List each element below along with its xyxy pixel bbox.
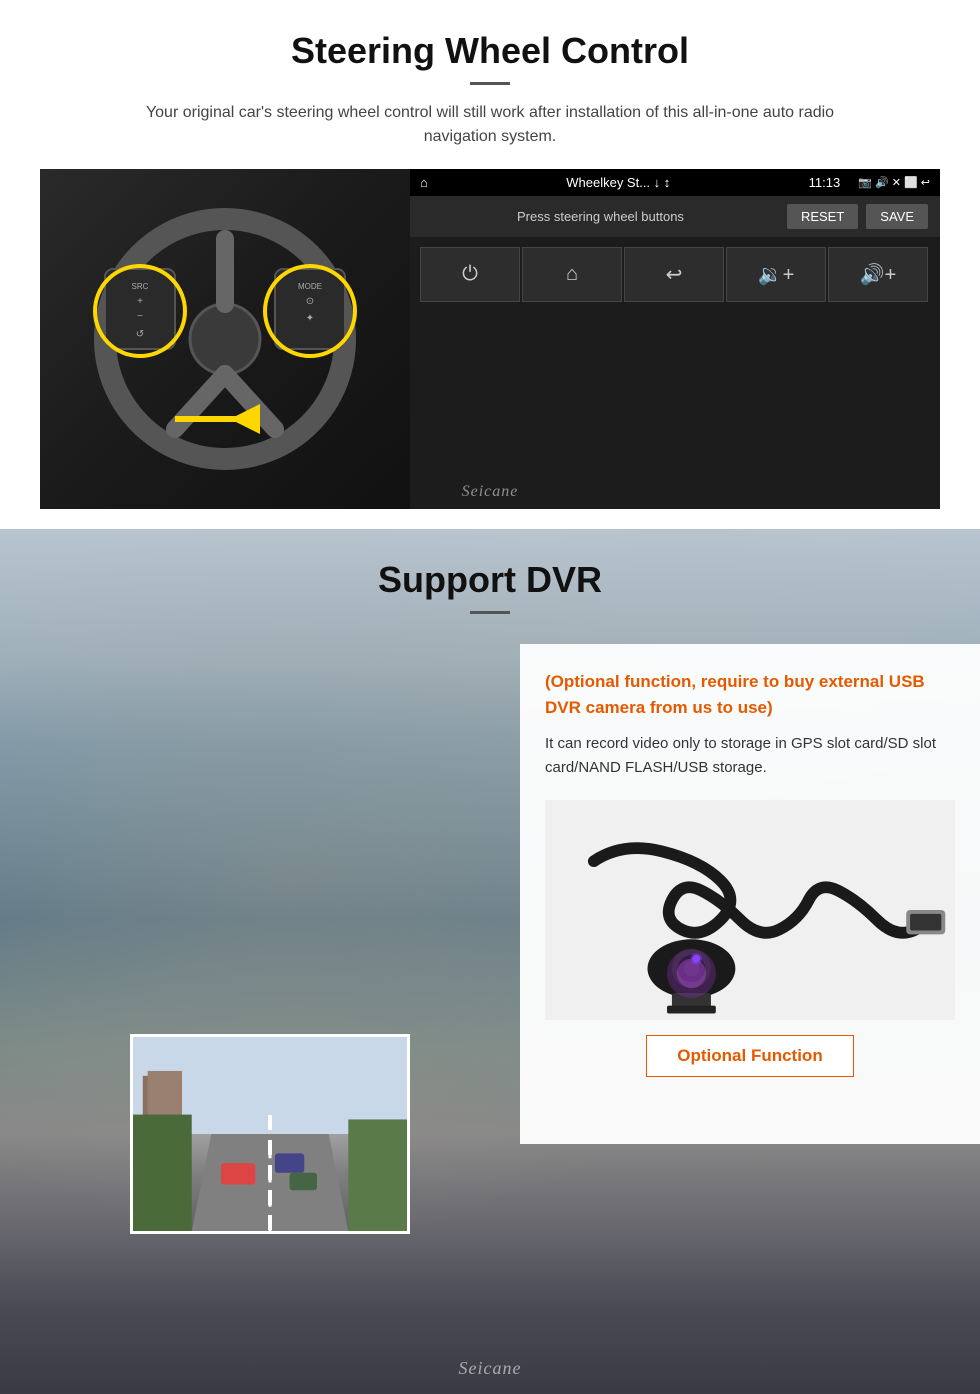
svg-text:+: + <box>137 296 143 307</box>
svg-text:−: − <box>137 311 143 322</box>
save-button[interactable]: SAVE <box>866 204 928 229</box>
power-button[interactable]: ⏻ <box>420 247 520 302</box>
swc-bar-label: Press steering wheel buttons <box>422 209 779 224</box>
vol-up-button[interactable]: 🔊+ <box>828 247 928 302</box>
road-svg <box>133 1037 407 1231</box>
dvr-content: (Optional function, require to buy exter… <box>0 634 980 1394</box>
tablet-ui: ⌂ Wheelkey St... ↓ ↕ 11:13 📷 🔊 ✕ ⬜ ↩ Pre… <box>410 169 940 509</box>
home-icon: ⌂ <box>420 175 428 190</box>
svg-text:⊙: ⊙ <box>306 296 314 307</box>
tablet-status-icons: 📷 🔊 ✕ ⬜ ↩ <box>858 176 930 189</box>
reset-button[interactable]: RESET <box>787 204 858 229</box>
dvr-title: Support DVR <box>0 529 980 601</box>
swc-divider <box>470 82 510 85</box>
swc-description: Your original car's steering wheel contr… <box>140 101 840 149</box>
steering-wheel-photo: SRC + − ↺ MODE ⊙ ✦ <box>40 169 410 509</box>
svg-text:✦: ✦ <box>306 313 314 324</box>
home-button[interactable]: ⌂ <box>522 247 622 302</box>
dvr-camera-illustration <box>545 800 955 1020</box>
svg-text:MODE: MODE <box>298 282 322 291</box>
optional-function-button[interactable]: Optional Function <box>646 1035 853 1077</box>
dvr-left-area <box>0 634 460 1394</box>
steering-wheel-svg: SRC + − ↺ MODE ⊙ ✦ <box>75 189 375 489</box>
dvr-preview-image <box>130 1034 410 1234</box>
dvr-divider <box>470 611 510 614</box>
dvr-optional-text: (Optional function, require to buy exter… <box>545 669 955 720</box>
tablet-buttons-grid: ⏻ ⌂ ↩ 🔉+ 🔊+ <box>410 237 940 312</box>
vol-down-button[interactable]: 🔉+ <box>726 247 826 302</box>
dvr-section: Support DVR <box>0 529 980 1394</box>
dvr-desc-text: It can record video only to storage in G… <box>545 732 955 780</box>
tablet-statusbar: ⌂ Wheelkey St... ↓ ↕ 11:13 📷 🔊 ✕ ⬜ ↩ <box>410 169 940 196</box>
swc-title: Steering Wheel Control <box>40 30 940 72</box>
camera-svg <box>545 800 955 1020</box>
back-button[interactable]: ↩ <box>624 247 724 302</box>
dvr-road-scene <box>133 1037 407 1231</box>
dvr-info-card: (Optional function, require to buy exter… <box>520 644 980 1144</box>
swc-watermark: Seicane <box>462 483 519 501</box>
svg-text:↺: ↺ <box>136 329 144 340</box>
tablet-time: 11:13 <box>809 175 841 190</box>
tablet-app-name: Wheelkey St... ↓ ↕ <box>436 175 801 190</box>
swc-section: Steering Wheel Control Your original car… <box>0 0 980 529</box>
svg-text:SRC: SRC <box>132 282 149 291</box>
tablet-swc-bar: Press steering wheel buttons RESET SAVE <box>410 196 940 237</box>
swc-image-area: SRC + − ↺ MODE ⊙ ✦ ⌂ Wheelk <box>40 169 940 509</box>
